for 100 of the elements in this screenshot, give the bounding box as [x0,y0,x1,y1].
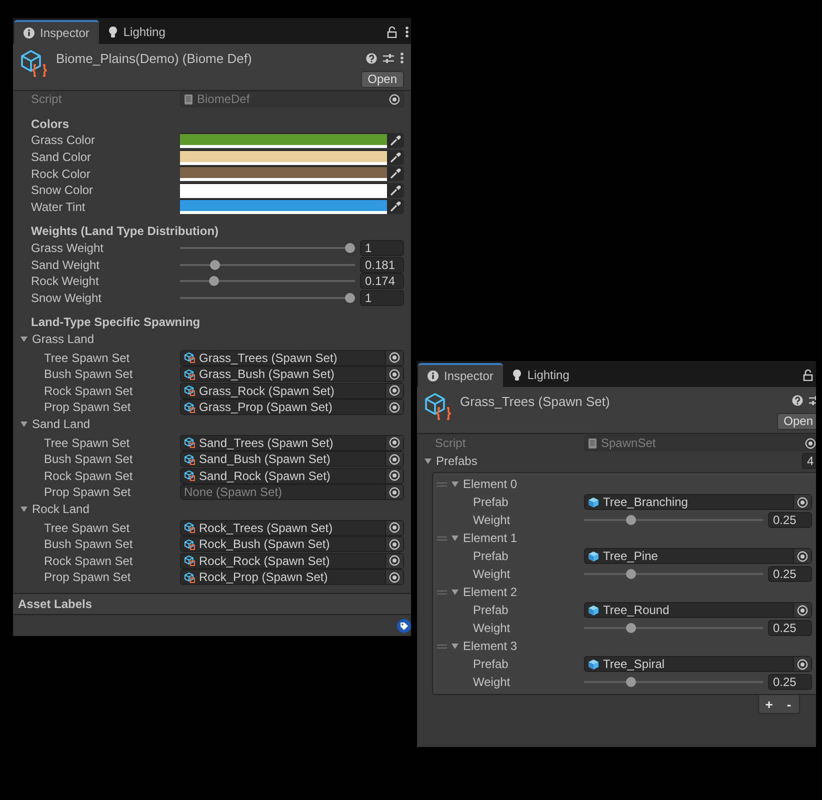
slider-thumb[interactable] [626,623,636,633]
color-field[interactable] [180,150,387,165]
count-field[interactable]: 4 [802,453,816,469]
target-icon[interactable] [805,438,816,448]
foldout-label[interactable]: Sand Land [32,416,90,431]
object-field[interactable]: None (Spawn Set) [180,484,404,500]
object-field[interactable]: Rock_Trees (Spawn Set) [180,520,404,536]
eyedropper-icon[interactable] [390,152,401,163]
drag-handle-icon[interactable] [437,482,447,486]
number-field[interactable]: 0.25 [768,512,812,528]
target-icon[interactable] [389,538,400,550]
slider-thumb[interactable] [345,243,355,254]
slider-thumb[interactable] [210,260,220,270]
element-label[interactable]: Element 1 [463,531,518,545]
help-icon[interactable] [792,395,803,406]
slider-thumb[interactable] [345,292,355,303]
target-icon[interactable] [389,402,400,413]
target-icon[interactable] [389,437,400,448]
target-icon[interactable] [389,368,400,380]
eyedropper-icon[interactable] [390,168,401,180]
asset-labels-header[interactable]: Asset Labels [13,593,411,615]
element-label[interactable]: Element 3 [463,639,518,653]
color-field[interactable] [180,166,387,182]
object-field[interactable]: Grass_Trees (Spawn Set) [180,350,404,366]
object-field[interactable]: Grass_Rock (Spawn Set) [180,382,404,399]
foldout-arrow-icon[interactable] [451,534,459,542]
target-icon[interactable] [389,385,400,396]
drag-handle-icon[interactable] [437,644,447,648]
object-field[interactable]: Tree_Spiral [584,656,812,672]
target-icon[interactable] [389,352,400,364]
color-field[interactable] [180,132,387,148]
lock-icon[interactable] [803,369,813,381]
presets-icon[interactable] [383,52,394,64]
list-button[interactable]: - [779,695,799,713]
object-field[interactable]: Tree_Round [584,602,812,618]
target-icon[interactable] [797,550,808,562]
target-icon[interactable] [389,555,400,566]
eyedropper-button[interactable] [387,199,404,214]
number-field[interactable]: 0.181 [360,256,404,273]
number-field[interactable]: 0.25 [768,674,812,690]
foldout-label[interactable]: Grass Land [32,332,94,346]
foldout-arrow-icon[interactable] [424,457,432,465]
element-label[interactable]: Element 0 [463,477,518,491]
kebab-menu-icon[interactable] [405,26,409,38]
number-field[interactable]: 0.174 [360,273,404,290]
tab[interactable]: Lighting [99,20,176,44]
foldout-arrow-icon[interactable] [20,420,28,428]
target-icon[interactable] [389,94,400,105]
element-label[interactable]: Element 2 [463,585,518,599]
slider-thumb[interactable] [626,677,636,687]
target-icon[interactable] [797,658,808,670]
target-icon[interactable] [797,496,808,508]
slider-thumb[interactable] [626,515,636,525]
tab[interactable]: Inspector [14,20,100,44]
number-field[interactable]: 0.25 [768,620,812,636]
eyedropper-button[interactable] [387,182,404,198]
number-field[interactable]: 0.25 [768,566,812,582]
foldout-arrow-icon[interactable] [20,335,28,344]
object-field[interactable]: Sand_Trees (Spawn Set) [180,434,404,451]
target-icon[interactable] [389,454,400,465]
foldout-arrow-icon[interactable] [451,642,459,650]
eyedropper-button[interactable] [387,166,404,182]
object-field[interactable]: Rock_Rock (Spawn Set) [180,552,404,569]
object-field[interactable]: Sand_Rock (Spawn Set) [180,468,404,484]
target-icon[interactable] [389,572,400,583]
tab[interactable]: Inspector [418,363,504,387]
kebab-menu-icon[interactable] [400,52,404,64]
help-icon[interactable] [366,52,377,64]
eyedropper-icon[interactable] [390,134,401,146]
foldout-arrow-icon[interactable] [451,588,459,596]
eyedropper-button[interactable] [387,150,404,165]
foldout-arrow-icon[interactable] [20,504,28,513]
foldout-label[interactable]: Rock Land [32,502,90,516]
object-field[interactable]: Grass_Bush (Spawn Set) [180,366,404,382]
tag-icon[interactable] [397,618,411,632]
object-field[interactable]: Tree_Pine [584,548,812,564]
color-field[interactable] [180,182,387,198]
drag-handle-icon[interactable] [437,590,447,594]
open-button[interactable]: Open [360,71,404,88]
tab[interactable]: Lighting [503,363,580,387]
target-icon[interactable] [389,522,400,534]
object-field[interactable]: Rock_Prop (Spawn Set) [180,569,404,586]
color-field[interactable] [180,199,387,214]
drag-handle-icon[interactable] [437,536,447,540]
slider-thumb[interactable] [208,276,219,286]
object-field[interactable]: Grass_Prop (Spawn Set) [180,399,404,416]
list-button[interactable]: + [759,695,779,713]
open-button[interactable]: Open [776,413,816,430]
object-field[interactable]: Rock_Bush (Spawn Set) [180,536,404,552]
target-icon[interactable] [389,470,400,482]
lock-icon[interactable] [387,26,397,38]
foldout-arrow-icon[interactable] [451,480,459,488]
number-field[interactable]: 1 [360,290,404,306]
eyedropper-icon[interactable] [390,201,401,212]
eyedropper-button[interactable] [387,132,404,148]
target-icon[interactable] [797,604,808,616]
foldout-label[interactable]: Prefabs [436,454,478,468]
number-field[interactable]: 1 [360,240,404,256]
object-field[interactable]: Tree_Branching [584,494,812,510]
object-field[interactable]: Sand_Bush (Spawn Set) [180,451,404,468]
